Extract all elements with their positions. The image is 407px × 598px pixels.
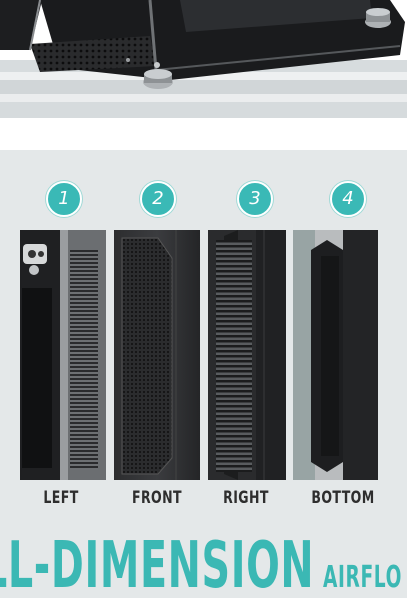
bottom-panel-image xyxy=(293,230,378,480)
view-label-front: FRONT xyxy=(132,488,182,508)
panel-views-section: 1 2 3 4 LEFT FRONT RIGHT BOTTOM LL-DIMEN… xyxy=(0,150,407,598)
headline-trail: AIRFLO xyxy=(322,560,403,595)
view-number-badge: 3 xyxy=(237,181,273,217)
view-label-left: LEFT xyxy=(43,488,79,508)
case-bottom-illustration xyxy=(0,0,405,89)
view-number-badge: 1 xyxy=(46,181,82,217)
headline-main: LL-DIMENSION xyxy=(0,529,315,598)
case-photo xyxy=(0,0,407,118)
view-number-badge: 2 xyxy=(140,181,176,217)
left-panel-image xyxy=(20,230,106,480)
view-label-right: RIGHT xyxy=(223,488,269,508)
view-number-badge: 4 xyxy=(330,181,366,217)
right-panel-image xyxy=(208,230,286,480)
view-label-bottom: BOTTOM xyxy=(311,488,375,508)
front-panel-image xyxy=(114,230,200,480)
airflow-headline: LL-DIMENSION AIRFLO xyxy=(0,534,402,598)
